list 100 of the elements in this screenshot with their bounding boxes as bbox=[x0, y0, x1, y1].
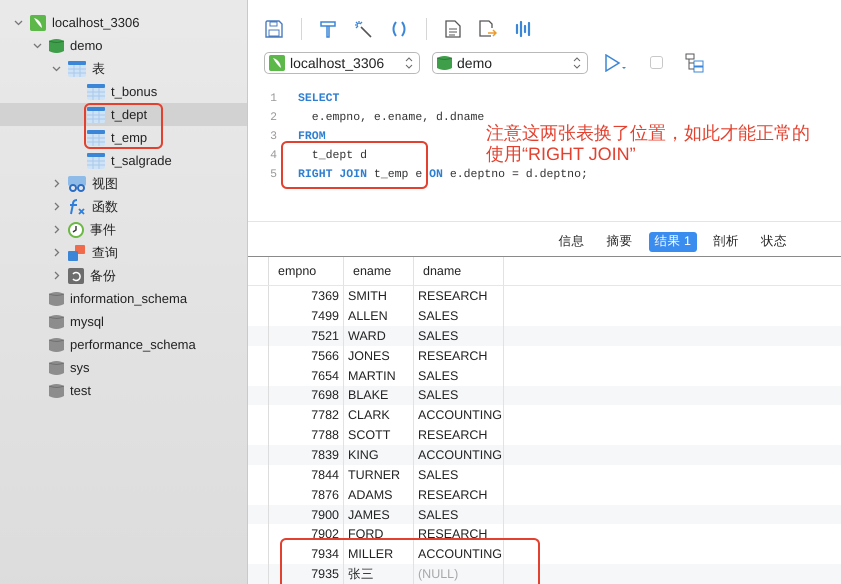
stepper-icon bbox=[405, 56, 413, 69]
line-number: 3 bbox=[269, 130, 278, 143]
backup-icon bbox=[68, 268, 84, 284]
table-cell: ACCOUNTING bbox=[414, 445, 504, 465]
tree-item[interactable]: t_salgrade bbox=[0, 149, 247, 172]
tree-item[interactable]: 视图 bbox=[0, 172, 247, 195]
parentheses-icon[interactable] bbox=[390, 20, 408, 38]
table-cell: 7698 bbox=[269, 386, 344, 406]
tree-item[interactable]: mysql bbox=[0, 310, 247, 333]
table-icon bbox=[68, 60, 86, 76]
database-icon bbox=[49, 360, 64, 376]
explain-icon[interactable] bbox=[685, 52, 705, 73]
table-cell: KING bbox=[344, 445, 414, 465]
table-cell: 7566 bbox=[269, 346, 344, 366]
server-leaf-icon bbox=[30, 14, 46, 30]
table-cell: 7900 bbox=[269, 504, 344, 524]
table-cell: 7902 bbox=[269, 524, 344, 544]
column-header[interactable]: dname bbox=[414, 257, 504, 286]
table-icon bbox=[87, 106, 105, 122]
tree-item[interactable]: 函数 bbox=[0, 195, 247, 218]
table-cell: SALES bbox=[414, 464, 504, 485]
stepper-icon bbox=[573, 56, 581, 69]
table-cell: 7844 bbox=[269, 464, 344, 485]
table-cell: ACCOUNTING bbox=[414, 405, 504, 426]
column-header[interactable]: empno bbox=[269, 257, 344, 286]
view-icon bbox=[68, 176, 86, 192]
tree-item[interactable]: 表 bbox=[0, 57, 247, 80]
chevron-icon[interactable] bbox=[14, 18, 22, 27]
code-line: t_dept d bbox=[310, 148, 368, 162]
table-cell: WARD bbox=[344, 326, 414, 346]
table-cell: 7782 bbox=[269, 405, 344, 426]
clock-icon bbox=[68, 222, 84, 238]
tree-item[interactable]: 查询 bbox=[0, 241, 247, 264]
table-cell: JONES bbox=[344, 346, 414, 366]
export-icon[interactable] bbox=[479, 20, 497, 38]
chart-icon[interactable] bbox=[515, 20, 533, 38]
annotation-note: 注意这两张表换了位置，如此才能正常的使用“RIGHT JOIN” bbox=[486, 122, 811, 165]
tree-item[interactable]: t_emp bbox=[0, 126, 247, 149]
database-icon bbox=[49, 382, 64, 398]
document-icon[interactable] bbox=[445, 20, 461, 38]
line-number: 2 bbox=[269, 110, 278, 124]
table-cell: SALES bbox=[414, 386, 504, 406]
table-cell: BLAKE bbox=[344, 386, 414, 406]
line-number: 4 bbox=[269, 148, 278, 162]
result-tab[interactable]: 信息 bbox=[552, 232, 591, 252]
table-cell: RESEARCH bbox=[414, 286, 504, 306]
table-cell: JAMES bbox=[344, 504, 414, 524]
database-select[interactable]: demo bbox=[432, 52, 588, 74]
table-cell: SALES bbox=[414, 504, 504, 524]
tree-item[interactable]: sys bbox=[0, 356, 247, 379]
save-icon[interactable] bbox=[265, 20, 283, 38]
format-icon[interactable] bbox=[320, 20, 336, 38]
chevron-icon[interactable] bbox=[52, 248, 60, 257]
code-line: FROM bbox=[298, 130, 326, 143]
table-cell: CLARK bbox=[344, 405, 414, 426]
database-icon bbox=[49, 290, 64, 306]
database-icon bbox=[49, 336, 64, 352]
line-number: 1 bbox=[269, 92, 278, 105]
tree-item[interactable]: t_dept bbox=[0, 103, 247, 126]
table-icon bbox=[87, 84, 105, 100]
database-icon bbox=[49, 314, 64, 330]
table-cell: (NULL) bbox=[414, 564, 504, 584]
database-icon bbox=[437, 54, 452, 71]
table-cell: 7839 bbox=[269, 445, 344, 465]
table-cell: 7369 bbox=[269, 286, 344, 306]
query-icon bbox=[68, 244, 86, 260]
tree-item[interactable]: 事件 bbox=[0, 218, 247, 241]
chevron-icon[interactable] bbox=[52, 202, 60, 211]
tree-item[interactable]: test bbox=[0, 379, 247, 402]
server-leaf-icon bbox=[269, 54, 285, 71]
tree-item[interactable]: demo bbox=[0, 34, 247, 57]
database-icon bbox=[49, 38, 64, 54]
chevron-icon[interactable] bbox=[52, 225, 60, 234]
table-cell: 7521 bbox=[269, 326, 344, 346]
result-tab[interactable]: 剖析 bbox=[707, 232, 745, 252]
table-cell: FORD bbox=[344, 524, 414, 544]
chevron-icon[interactable] bbox=[52, 271, 60, 280]
tree-item[interactable]: t_bonus bbox=[0, 80, 247, 103]
table-icon bbox=[87, 152, 105, 168]
code-line: SELECT bbox=[298, 92, 340, 105]
table-icon bbox=[87, 130, 105, 146]
column-header[interactable]: ename bbox=[344, 257, 414, 286]
result-tab[interactable]: 状态 bbox=[755, 232, 793, 252]
tree-item[interactable]: information_schema bbox=[0, 287, 247, 310]
result-tab[interactable]: 摘要 bbox=[600, 232, 639, 252]
chevron-icon[interactable] bbox=[52, 64, 60, 73]
connection-select[interactable]: localhost_3306 bbox=[264, 52, 420, 74]
chevron-icon[interactable] bbox=[52, 179, 60, 188]
table-cell: TURNER bbox=[344, 464, 414, 485]
magic-wand-icon[interactable] bbox=[354, 20, 372, 38]
table-cell: 张三 bbox=[344, 564, 414, 584]
tree-item[interactable]: localhost_3306 bbox=[0, 11, 247, 34]
code-line: RIGHT JOIN t_emp e ON e.deptno = d.deptno; bbox=[298, 168, 588, 181]
chevron-icon[interactable] bbox=[32, 41, 42, 50]
table-cell: SALES bbox=[414, 326, 504, 346]
line-number: 5 bbox=[269, 168, 278, 181]
table-cell: RESEARCH bbox=[414, 524, 504, 544]
tree-item[interactable]: performance_schema bbox=[0, 333, 247, 356]
code-line: e.empno, e.ename, d.dname bbox=[310, 110, 484, 124]
tree-item[interactable]: 备份 bbox=[0, 264, 247, 287]
